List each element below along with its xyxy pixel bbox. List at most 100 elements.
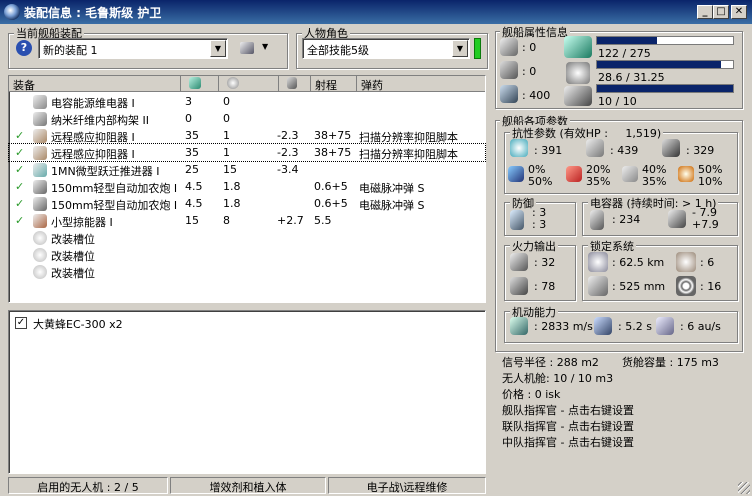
table-row[interactable]: ✓ 150mm轻型自动加农炮 I 4.5 1.8 0.6+5 电磁脉冲弹 S — [9, 195, 485, 212]
module-name: 改装槽位 — [51, 233, 95, 246]
cpu-icon — [564, 36, 592, 58]
cpu-bar-fill — [597, 37, 658, 44]
chevron-down-icon[interactable]: ▼ — [210, 40, 226, 57]
chevron-down-icon[interactable]: ▼ — [452, 40, 468, 57]
ship-menu-arrow-icon[interactable]: ▼ — [262, 42, 268, 51]
module-powergrid: 0 — [223, 95, 230, 108]
module-cpu: 0 — [185, 112, 192, 125]
statusbar-drones[interactable]: 启用的无人机 : 2 / 5 — [8, 477, 168, 494]
module-ammo: 扫描分辨率抑阻脚本 — [359, 131, 458, 144]
module-icon — [33, 214, 47, 228]
speed-icon — [510, 317, 528, 335]
header-powergrid[interactable] — [219, 76, 279, 92]
ship-icon[interactable] — [240, 42, 254, 54]
module-cpu: 35 — [185, 146, 199, 159]
explosive-resist-armor: 10% — [698, 175, 723, 188]
empty-rig-slot-icon — [33, 248, 47, 262]
turret-dps: : 32 — [534, 256, 556, 269]
fitting-select[interactable]: 新的装配 1 ▼ — [38, 38, 228, 59]
statusbar-boosters[interactable]: 增效剂和植入体 — [170, 477, 326, 494]
launcher-icon — [500, 61, 518, 79]
turret-dps-icon — [510, 253, 528, 271]
drone-bandwidth-text: 10 / 10 — [598, 95, 637, 108]
drone-dps-icon — [510, 277, 528, 295]
header-cpu[interactable] — [181, 76, 219, 92]
table-row[interactable]: 电容能源维电器 I 3 0 — [9, 93, 485, 110]
module-name: 远程感应抑阻器 I — [51, 148, 135, 161]
module-capacitor: +2.7 — [277, 214, 304, 227]
table-row[interactable]: 纳米纤维内部构架 II 0 0 — [9, 110, 485, 127]
warp-speed: : 6 au/s — [680, 320, 721, 333]
table-row[interactable]: ✓ 1MN微型跃迁推进器 I 25 15 -3.4 — [9, 161, 485, 178]
capacitor-delta-2: +7.9 — [692, 218, 719, 231]
module-name: 1MN微型跃迁推进器 I — [51, 165, 160, 178]
em-resist: 0% 50% — [528, 164, 552, 188]
maximize-button[interactable]: □ — [713, 5, 729, 19]
character-status-indicator — [474, 38, 481, 59]
header-ammo[interactable]: 弹药 — [357, 76, 485, 92]
module-name: 远程感应抑阻器 I — [51, 131, 135, 144]
table-row[interactable]: 改装槽位 — [9, 229, 485, 246]
table-row[interactable]: ✓ 远程感应抑阻器 I 35 1 -2.3 38+75 扫描分辨率抑阻脚本 — [8, 143, 486, 162]
cargo-capacity: 货舱容量 : 175 m3 — [622, 356, 719, 369]
character-select[interactable]: 全部技能5级 ▼ — [302, 38, 470, 59]
kinetic-resist-icon — [622, 166, 638, 182]
drone-dps: : 78 — [534, 280, 556, 293]
active-check-icon[interactable]: ✓ — [15, 214, 24, 227]
header-range[interactable]: 射程 — [311, 76, 357, 92]
module-capacitor: -2.3 — [277, 129, 299, 142]
app-icon — [4, 4, 20, 20]
active-check-icon[interactable]: ✓ — [15, 180, 24, 193]
drone-item-label[interactable]: 大黄蜂EC-300 x2 — [33, 316, 123, 332]
table-row[interactable]: ✓ 小型掠能器 I 15 8 +2.7 5.5 — [9, 212, 485, 229]
module-powergrid: 8 — [223, 214, 230, 227]
drone-bandwidth-bar — [596, 84, 734, 93]
drone-checkbox[interactable]: ✓ — [15, 317, 27, 329]
table-row[interactable]: ✓ 150mm轻型自动加农炮 I 4.5 1.8 0.6+5 电磁脉冲弹 S — [9, 178, 485, 195]
hull-hp: : 329 — [686, 144, 715, 157]
module-icon — [33, 197, 47, 211]
help-icon[interactable]: ? — [16, 40, 32, 56]
capacitor-icon — [590, 210, 604, 230]
header-capacitor[interactable] — [279, 76, 311, 92]
scan-resolution: : 525 mm — [612, 280, 666, 293]
active-check-icon[interactable]: ✓ — [15, 197, 24, 210]
powergrid-bar — [596, 60, 734, 69]
module-icon — [33, 95, 47, 109]
header-name[interactable]: 装备 — [9, 76, 181, 92]
module-icon — [33, 163, 47, 177]
thermal-resist: 20% 35% — [586, 164, 610, 188]
drone-bandwidth-icon — [564, 86, 592, 106]
module-icon — [33, 146, 47, 160]
table-row[interactable]: 改装槽位 — [9, 246, 485, 263]
squad-commander[interactable]: 中队指挥官 - 点击右键设置 — [502, 434, 634, 450]
fleet-commander[interactable]: 舰队指挥官 - 点击右键设置 — [502, 402, 634, 418]
ehp-value: 1,519) — [625, 127, 662, 140]
module-powergrid: 15 — [223, 163, 237, 176]
minimize-button[interactable]: _ — [697, 5, 713, 19]
module-cpu: 3 — [185, 95, 192, 108]
module-name: 150mm轻型自动加农炮 I — [51, 199, 178, 212]
empty-rig-slot-icon — [33, 265, 47, 279]
active-check-icon[interactable]: ✓ — [15, 163, 24, 176]
wing-commander[interactable]: 联队指挥官 - 点击右键设置 — [502, 418, 634, 434]
table-row[interactable]: 改装槽位 — [9, 263, 485, 280]
launcher-slots: : 0 — [522, 65, 537, 78]
align-time-icon — [594, 317, 612, 335]
module-name: 电容能源维电器 I — [51, 97, 135, 110]
cpu-bar — [596, 36, 734, 45]
module-ammo: 扫描分辨率抑阻脚本 — [359, 148, 458, 161]
active-check-icon[interactable]: ✓ — [15, 146, 24, 159]
modules-table[interactable]: 装备 射程 弹药 电容能源维电器 I 3 0 纳米纤维内部构架 II 0 0 ✓ 远程感应抑阻… — [8, 75, 486, 303]
module-ammo: 电磁脉冲弹 S — [359, 199, 425, 212]
active-check-icon[interactable]: ✓ — [15, 129, 24, 142]
table-row[interactable]: ✓ 远程感应抑阻器 I 35 1 -2.3 38+75 扫描分辨率抑阻脚本 — [9, 127, 485, 144]
armor-icon — [586, 139, 604, 157]
close-button[interactable]: ✕ — [731, 5, 747, 19]
resize-grip[interactable] — [738, 482, 750, 494]
module-name: 纳米纤维内部构架 II — [51, 114, 149, 127]
turret-icon — [500, 38, 518, 56]
statusbar-ewar[interactable]: 电子战\远程维修 — [328, 477, 486, 494]
drones-list[interactable]: ✓ 大黄蜂EC-300 x2 — [8, 310, 486, 474]
modules-table-header: 装备 射程 弹药 — [9, 76, 485, 92]
